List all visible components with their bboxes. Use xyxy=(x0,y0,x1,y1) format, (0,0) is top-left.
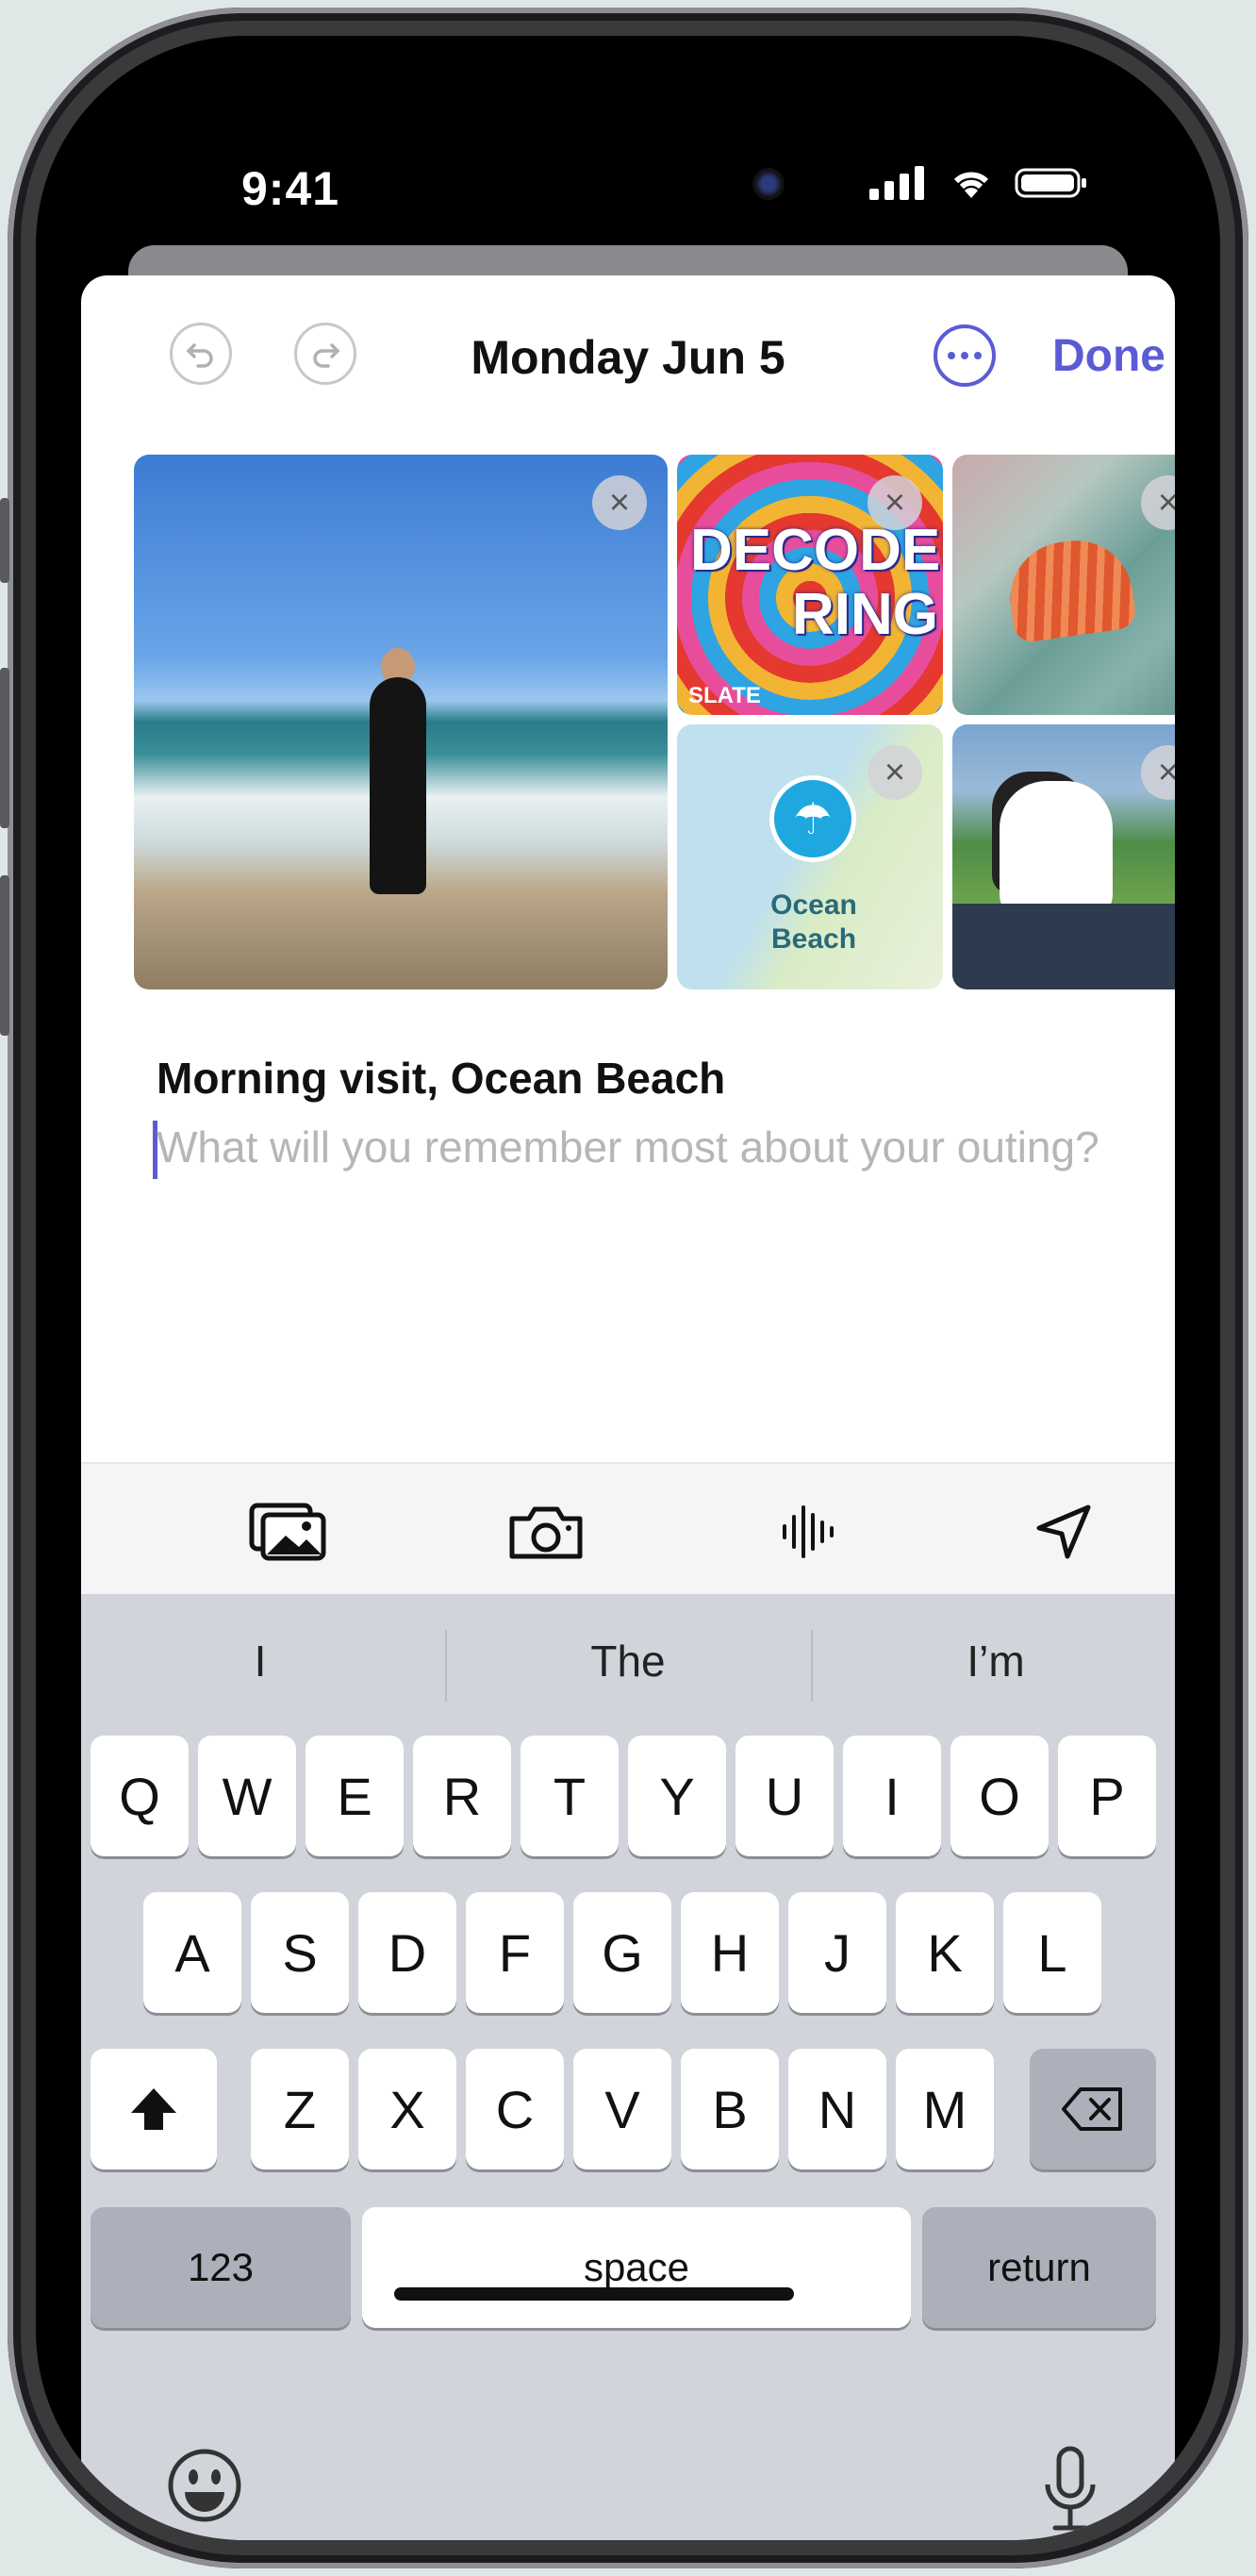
mute-switch xyxy=(0,498,9,583)
dog-image xyxy=(1000,781,1113,922)
emoji-smile-icon xyxy=(168,2449,241,2522)
attachment-toolbar xyxy=(81,1462,1175,1596)
key-y[interactable]: Y xyxy=(628,1736,726,1856)
emoji-button[interactable] xyxy=(162,2443,247,2528)
entry-body-input[interactable]: What will you remember most about your o… xyxy=(157,1118,1099,1176)
volume-up-button xyxy=(0,668,9,828)
cellular-signal-icon xyxy=(869,166,924,200)
entry-title[interactable]: Morning visit, Ocean Beach xyxy=(157,1053,725,1104)
key-r[interactable]: R xyxy=(413,1736,511,1856)
dog-photo-attachment[interactable]: × xyxy=(952,724,1175,989)
beach-photo-attachment[interactable]: × xyxy=(134,455,668,989)
person-wetsuit xyxy=(370,677,426,894)
status-icons xyxy=(869,166,1088,200)
wifi-icon xyxy=(953,172,989,198)
volume-down-button xyxy=(0,875,9,1036)
suggestion-divider xyxy=(811,1630,813,1702)
key-x[interactable]: X xyxy=(358,2049,456,2169)
key-b[interactable]: B xyxy=(681,2049,779,2169)
delete-key[interactable] xyxy=(1030,2049,1156,2169)
key-i[interactable]: I xyxy=(843,1736,941,1856)
podcast-artwork-title: DECODER RING xyxy=(690,518,943,647)
key-v[interactable]: V xyxy=(573,2049,671,2169)
shift-key[interactable] xyxy=(91,2049,217,2169)
key-j[interactable]: J xyxy=(788,1892,886,2013)
camera-icon xyxy=(509,1506,583,1559)
photo-library-icon xyxy=(249,1503,326,1561)
map-location-label: Ocean Beach xyxy=(770,889,857,955)
return-key[interactable]: return xyxy=(922,2207,1156,2328)
keyboard-bottom-row xyxy=(81,2424,1175,2540)
camera-button[interactable] xyxy=(505,1502,587,1562)
keyboard: I The I’m Q W E R T Y U I O P A S D F G … xyxy=(81,1594,1175,2540)
photo-library-button[interactable] xyxy=(247,1502,328,1562)
suggestion-2[interactable]: The xyxy=(449,1636,807,1687)
battery-icon xyxy=(1015,168,1086,198)
phone-frame: 9:41 Monday Jun 5 Done × DECODE RING SLA… xyxy=(0,8,1248,2568)
key-a[interactable]: A xyxy=(143,1892,241,2013)
key-w[interactable]: W xyxy=(198,1736,296,1856)
shift-arrow-icon xyxy=(131,2088,176,2130)
done-button[interactable]: Done xyxy=(1052,330,1165,382)
key-s[interactable]: S xyxy=(251,1892,349,2013)
navigation-bar: Monday Jun 5 Done xyxy=(81,275,1175,417)
location-arrow-icon xyxy=(1036,1504,1091,1559)
remove-attachment-button[interactable]: × xyxy=(868,475,922,530)
key-d[interactable]: D xyxy=(358,1892,456,2013)
key-t[interactable]: T xyxy=(521,1736,619,1856)
remove-attachment-button[interactable]: × xyxy=(868,745,922,800)
location-map-attachment[interactable]: ☂ Ocean Beach × xyxy=(677,724,943,989)
suggestion-1[interactable]: I xyxy=(81,1636,439,1687)
ellipsis-circle-icon xyxy=(948,352,955,359)
suggestion-3[interactable]: I’m xyxy=(817,1636,1175,1687)
entry-date-title: Monday Jun 5 xyxy=(471,331,785,384)
delete-backspace-icon xyxy=(1062,2087,1122,2131)
seashell-photo-attachment[interactable]: × xyxy=(952,455,1175,715)
dictation-button[interactable] xyxy=(1028,2443,1113,2537)
predictive-suggestions: I The I’m xyxy=(81,1594,1175,1726)
numbers-key[interactable]: 123 xyxy=(91,2207,351,2328)
key-f[interactable]: F xyxy=(466,1892,564,2013)
space-key[interactable]: space xyxy=(362,2207,911,2328)
remove-attachment-button[interactable]: × xyxy=(1141,745,1175,800)
key-m[interactable]: M xyxy=(896,2049,994,2169)
screen: 9:41 Monday Jun 5 Done × DECODE RING SLA… xyxy=(36,36,1220,2540)
more-options-button[interactable] xyxy=(934,324,996,387)
podcast-publisher: SLATE xyxy=(688,683,761,708)
front-camera xyxy=(752,168,785,200)
key-q[interactable]: Q xyxy=(91,1736,189,1856)
car-window-image xyxy=(952,904,1175,989)
key-n[interactable]: N xyxy=(788,2049,886,2169)
key-l[interactable]: L xyxy=(1003,1892,1101,2013)
key-k[interactable]: K xyxy=(896,1892,994,2013)
audio-waveform-icon xyxy=(783,1505,834,1558)
key-o[interactable]: O xyxy=(950,1736,1049,1856)
podcast-attachment[interactable]: DECODER RING SLATE × xyxy=(677,455,943,715)
location-button[interactable] xyxy=(1024,1502,1105,1562)
microphone-icon xyxy=(1045,2446,1096,2531)
suggestion-divider xyxy=(445,1630,447,1702)
key-c[interactable]: C xyxy=(466,2049,564,2169)
key-g[interactable]: G xyxy=(573,1892,671,2013)
key-h[interactable]: H xyxy=(681,1892,779,2013)
audio-recording-button[interactable] xyxy=(769,1502,851,1562)
key-z[interactable]: Z xyxy=(251,2049,349,2169)
key-p[interactable]: P xyxy=(1058,1736,1156,1856)
key-e[interactable]: E xyxy=(306,1736,404,1856)
beach-umbrella-pin-icon: ☂ xyxy=(769,775,856,862)
status-bar: 9:41 xyxy=(36,36,1220,243)
seashell-image xyxy=(1002,533,1138,644)
journal-entry-sheet: Monday Jun 5 Done × DECODER RING SLATE × xyxy=(81,275,1175,2540)
status-time: 9:41 xyxy=(241,162,340,215)
remove-attachment-button[interactable]: × xyxy=(1141,475,1175,530)
key-u[interactable]: U xyxy=(735,1736,834,1856)
remove-attachment-button[interactable]: × xyxy=(592,475,647,530)
home-indicator[interactable] xyxy=(394,2287,794,2301)
